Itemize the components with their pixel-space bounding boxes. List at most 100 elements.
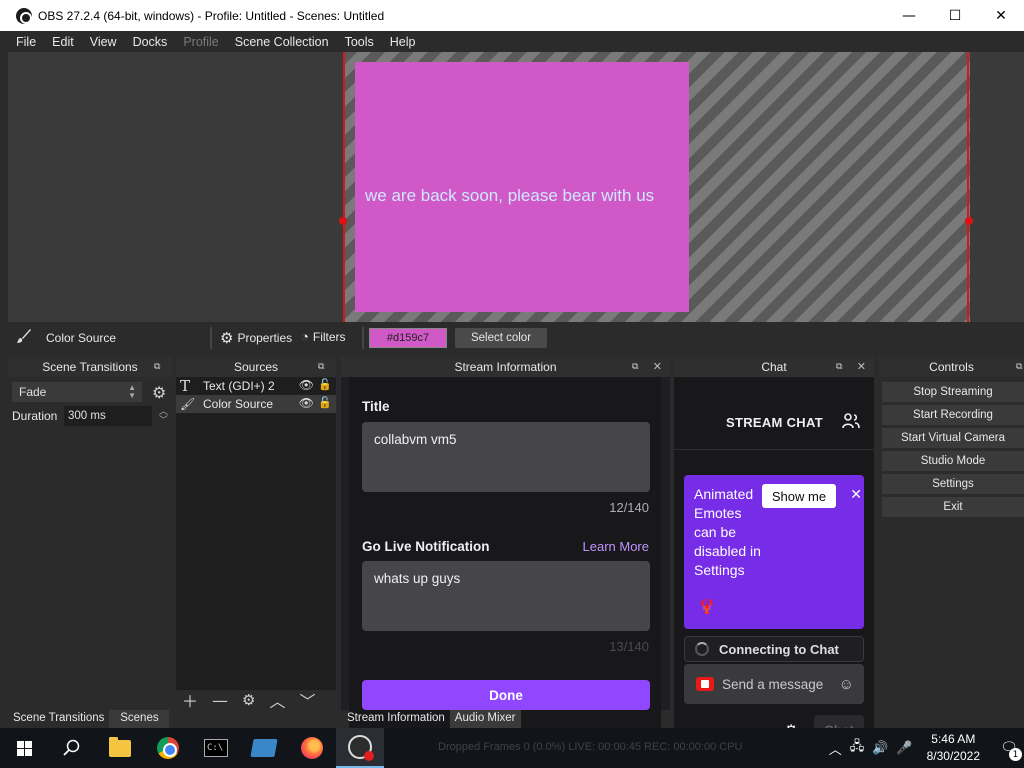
menu-file[interactable]: File	[8, 35, 44, 49]
title-input[interactable]: collabvm vm5	[362, 422, 650, 492]
show-me-button[interactable]: Show me	[762, 484, 836, 508]
preview-area[interactable]: we are back soon, please bear with us	[8, 52, 1024, 322]
taskbar-chrome[interactable]	[144, 728, 192, 768]
dock-header: Scene Transitions ⧉	[8, 357, 172, 377]
camera-icon	[696, 677, 714, 691]
filters-button[interactable]: ◔ Filters	[301, 329, 346, 344]
controls-dock: Controls ⧉ Stop Streaming Start Recordin…	[879, 357, 1024, 710]
exit-button[interactable]: Exit	[882, 497, 1024, 517]
taskbar-control-panel[interactable]	[240, 728, 288, 768]
chevron-up-icon[interactable]: ︿	[829, 739, 842, 758]
start-recording-button[interactable]: Start Recording	[882, 405, 1024, 425]
menu-profile[interactable]: Profile	[175, 35, 226, 49]
eye-icon[interactable]: 👁	[299, 396, 314, 410]
menu-help[interactable]: Help	[382, 35, 424, 49]
menu-bar: File Edit View Docks Profile Scene Colle…	[0, 31, 1024, 52]
network-icon[interactable]: 🖧	[850, 737, 865, 759]
float-dock-icon[interactable]: ⧉	[836, 361, 846, 371]
menu-scene-collection[interactable]: Scene Collection	[227, 35, 337, 49]
eye-icon[interactable]: 👁	[299, 378, 314, 392]
scene-transitions-dock: Scene Transitions ⧉ Fade ▲ ▼ ⚙ Duration 3…	[8, 357, 172, 710]
gear-icon[interactable]: ⚙	[242, 691, 255, 709]
start-button[interactable]	[0, 728, 48, 768]
settings-button[interactable]: Settings	[882, 474, 1024, 494]
studio-mode-button[interactable]: Studio Mode	[882, 451, 1024, 471]
notification-count: 1	[1009, 748, 1022, 761]
dock-body: Title collabvm vm5 12/140 Go Live Notifi…	[341, 377, 670, 732]
stop-streaming-button[interactable]: Stop Streaming	[882, 382, 1024, 402]
gear-icon: ⚙	[220, 330, 234, 347]
tab-stream-information[interactable]: Stream Information	[342, 710, 450, 728]
connecting-status: Connecting to Chat	[684, 636, 864, 662]
lock-icon[interactable]: 🔓	[318, 396, 332, 409]
duration-value: 300 ms	[68, 410, 106, 422]
transition-select[interactable]: Fade ▲ ▼	[12, 382, 142, 402]
chrome-icon	[157, 737, 179, 759]
resize-handle-right[interactable]	[965, 217, 973, 225]
float-dock-icon[interactable]: ⧉	[154, 361, 164, 371]
microphone-icon[interactable]: 🎤	[896, 741, 912, 756]
source-item[interactable]: 🖌 Color Source 👁 🔓	[176, 395, 336, 413]
banner-text: Animated Emotes can be disabled in Setti…	[694, 486, 761, 578]
notification-input[interactable]: whats up guys	[362, 561, 650, 631]
menu-view[interactable]: View	[82, 35, 125, 49]
tab-scenes[interactable]: Scenes	[109, 710, 170, 728]
lock-icon[interactable]: 🔓	[318, 378, 332, 391]
selection-border-right	[967, 52, 969, 322]
close-dock-icon[interactable]: ✕	[857, 360, 866, 373]
volume-icon[interactable]: 🔊	[872, 741, 888, 756]
clock[interactable]: 5:46 AM 8/30/2022	[927, 731, 980, 765]
overlay-text[interactable]: we are back soon, please bear with us	[365, 186, 654, 206]
duration-field[interactable]: 300 ms ︿ ﹀	[64, 406, 168, 426]
learn-more-link[interactable]: Learn More	[583, 539, 649, 554]
minimize-button[interactable]: —	[886, 0, 932, 31]
tab-audio-mixer[interactable]: Audio Mixer	[449, 710, 521, 728]
windows-icon	[16, 740, 32, 756]
duration-spin-icon[interactable]: ︿ ﹀	[159, 407, 168, 425]
dock-tabs-left: Scene Transitions Scenes	[8, 710, 170, 728]
float-dock-icon[interactable]: ⧉	[632, 361, 642, 371]
connecting-text: Connecting to Chat	[719, 641, 839, 657]
gear-icon[interactable]: ⚙	[152, 383, 166, 402]
start-virtual-camera-button[interactable]: Start Virtual Camera	[882, 428, 1024, 448]
system-tray: ︿ 🖧 🔊 🎤 5:46 AM 8/30/2022 🗨 1	[829, 728, 1024, 768]
tab-scene-transitions[interactable]: Scene Transitions	[8, 710, 109, 728]
stream-info-panel: Title collabvm vm5 12/140 Go Live Notifi…	[349, 377, 661, 732]
dock-body: Stop Streaming Start Recording Start Vir…	[879, 377, 1024, 710]
menu-edit[interactable]: Edit	[44, 35, 82, 49]
emoji-icon[interactable]: ☺	[839, 676, 854, 693]
taskbar-firefox[interactable]	[288, 728, 336, 768]
move-up-icon[interactable]: ︿	[269, 688, 285, 712]
resize-handle-left[interactable]	[339, 217, 347, 225]
search-button[interactable]	[48, 728, 96, 768]
add-icon[interactable]: ＋	[182, 688, 198, 712]
dock-title: Sources	[233, 360, 279, 374]
menu-docks[interactable]: Docks	[125, 35, 176, 49]
source-toolbar: Color Source ⚙ Properties ◔ Filters #d15…	[8, 323, 1024, 353]
move-down-icon[interactable]: ﹀	[299, 688, 315, 712]
maximize-button[interactable]: ☐	[932, 0, 978, 31]
menu-tools[interactable]: Tools	[337, 35, 382, 49]
sources-list: T Text (GDI+) 2 👁 🔓 🖌 Color Source 👁 🔓	[176, 377, 336, 690]
float-dock-icon[interactable]: ⧉	[1016, 361, 1024, 371]
close-icon[interactable]: ✕	[850, 487, 862, 503]
taskbar-file-explorer[interactable]	[96, 728, 144, 768]
taskbar-obs[interactable]	[336, 728, 384, 768]
source-item[interactable]: T Text (GDI+) 2 👁 🔓	[176, 377, 336, 395]
close-button[interactable]: ✕	[978, 0, 1024, 31]
float-dock-icon[interactable]: ⧉	[318, 361, 328, 371]
window-title: OBS 27.2.4 (64-bit, windows) - Profile: …	[38, 8, 385, 23]
close-dock-icon[interactable]: ✕	[653, 360, 662, 373]
notifications-button[interactable]: 🗨 1	[994, 733, 1024, 763]
go-live-notification-label: Go Live Notification	[362, 539, 490, 554]
properties-label: Properties	[237, 331, 293, 345]
toolbar-divider-2	[362, 327, 364, 349]
users-icon[interactable]	[842, 413, 860, 433]
chat-input[interactable]: Send a message ☺	[684, 664, 864, 704]
remove-icon[interactable]: —	[212, 691, 228, 710]
animated-emotes-banner: Animated Emotes can be disabled in Setti…	[684, 475, 864, 629]
done-button[interactable]: Done	[362, 680, 650, 710]
select-color-button[interactable]: Select color	[455, 328, 547, 348]
taskbar-command-prompt[interactable]: C:\	[192, 728, 240, 768]
properties-button[interactable]: ⚙ Properties	[220, 329, 292, 347]
